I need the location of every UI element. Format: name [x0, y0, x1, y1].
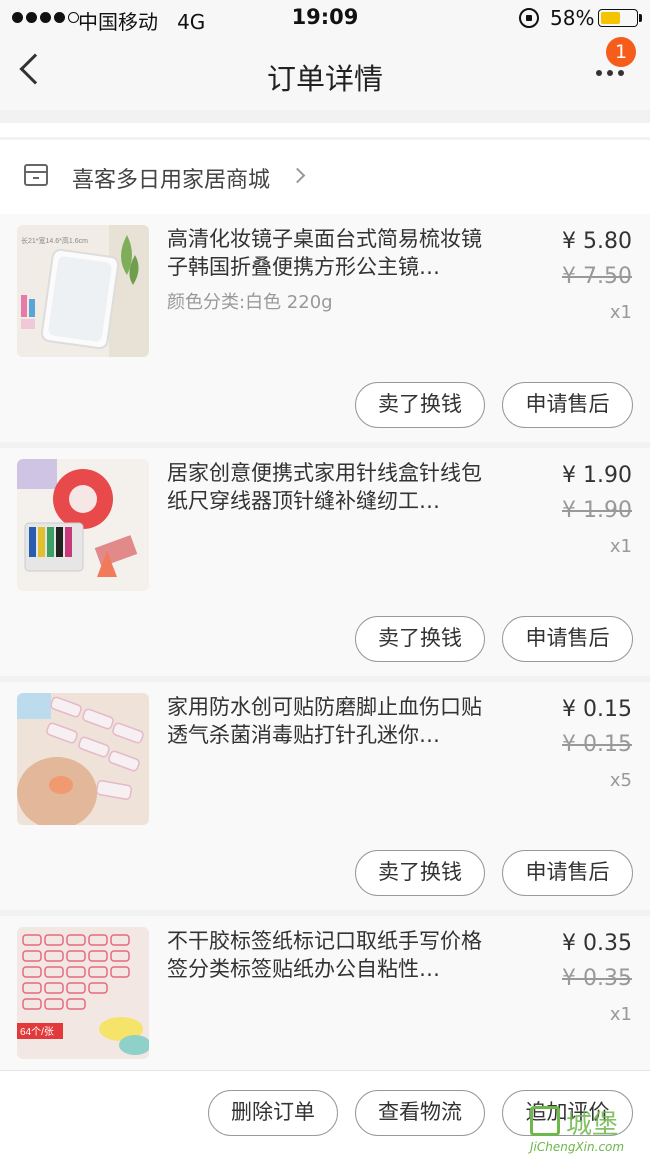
notification-badge: 1: [606, 37, 636, 67]
add-review-button[interactable]: 追加评价: [502, 1090, 633, 1136]
product-title[interactable]: 家用防水创可贴防磨脚止血伤口贴透气杀菌消毒贴打针孔迷你…: [167, 693, 497, 749]
quantity: x1: [609, 1004, 632, 1025]
product-thumbnail[interactable]: [17, 693, 149, 825]
original-price: ¥ 1.90: [562, 498, 632, 523]
after-sales-button[interactable]: 申请售后: [502, 382, 633, 428]
sell-button[interactable]: 卖了换钱: [355, 616, 485, 662]
quantity: x1: [609, 302, 632, 323]
quantity: x1: [609, 536, 632, 557]
battery-percent: 58%: [550, 6, 595, 30]
svg-text:长21*宽14.6*高1.6cm: 长21*宽14.6*高1.6cm: [21, 236, 88, 245]
chevron-right-icon: [289, 167, 306, 184]
order-item[interactable]: 64个/张 不干胶标签纸标记口取纸手写价格签分类标签贴纸办公自粘性… ¥ 0.3…: [0, 916, 650, 1070]
product-price: ¥ 5.80: [562, 229, 632, 254]
product-title[interactable]: 高清化妆镜子桌面台式简易梳妆镜子韩国折叠便携方形公主镜…: [167, 225, 497, 281]
product-price: ¥ 0.15: [562, 697, 632, 722]
svg-text:64个/张: 64个/张: [20, 1026, 54, 1038]
original-price: ¥ 7.50: [562, 264, 632, 289]
order-item[interactable]: 家用防水创可贴防磨脚止血伤口贴透气杀菌消毒贴打针孔迷你… ¥ 0.15 ¥ 0.…: [0, 682, 650, 910]
order-item[interactable]: 长21*宽14.6*高1.6cm 高清化妆镜子桌面台式简易梳妆镜子韩国折叠便携方…: [0, 214, 650, 442]
product-spec: 颜色分类:白色 220g: [167, 292, 333, 313]
view-logistics-button[interactable]: 查看物流: [355, 1090, 485, 1136]
quantity: x5: [609, 770, 632, 791]
after-sales-button[interactable]: 申请售后: [502, 850, 633, 896]
delete-order-button[interactable]: 删除订单: [208, 1090, 338, 1136]
battery-icon: [598, 9, 638, 27]
order-item[interactable]: 居家创意便携式家用针线盒针线包纸尺穿线器顶针缝补缝纫工… ¥ 1.90 ¥ 1.…: [0, 448, 650, 676]
after-sales-button[interactable]: 申请售后: [502, 616, 633, 662]
bottom-action-bar: 删除订单 查看物流 追加评价: [0, 1070, 650, 1156]
product-title[interactable]: 不干胶标签纸标记口取纸手写价格签分类标签贴纸办公自粘性…: [167, 927, 497, 983]
original-price: ¥ 0.35: [562, 966, 632, 991]
product-title[interactable]: 居家创意便携式家用针线盒针线包纸尺穿线器顶针缝补缝纫工…: [167, 459, 497, 515]
product-price: ¥ 0.35: [562, 931, 632, 956]
product-thumbnail[interactable]: 长21*宽14.6*高1.6cm: [17, 225, 149, 357]
sell-button[interactable]: 卖了换钱: [355, 382, 485, 428]
original-price: ¥ 0.15: [562, 732, 632, 757]
page-title: 订单详情: [266, 62, 383, 96]
shop-header[interactable]: 喜客多日用家居商城: [0, 140, 650, 214]
shop-name: 喜客多日用家居商城: [72, 168, 271, 193]
divider-strip: [0, 123, 650, 137]
rotation-lock-icon: [519, 8, 539, 28]
product-thumbnail[interactable]: [17, 459, 149, 591]
sell-button[interactable]: 卖了换钱: [355, 850, 485, 896]
status-bar: 中国移动 4G 19:09 58%: [0, 0, 650, 36]
more-icon[interactable]: [596, 70, 624, 76]
navigation-bar: 订单详情 1: [0, 36, 650, 110]
product-thumbnail[interactable]: 64个/张: [17, 927, 149, 1059]
store-icon: [24, 164, 48, 186]
product-price: ¥ 1.90: [562, 463, 632, 488]
